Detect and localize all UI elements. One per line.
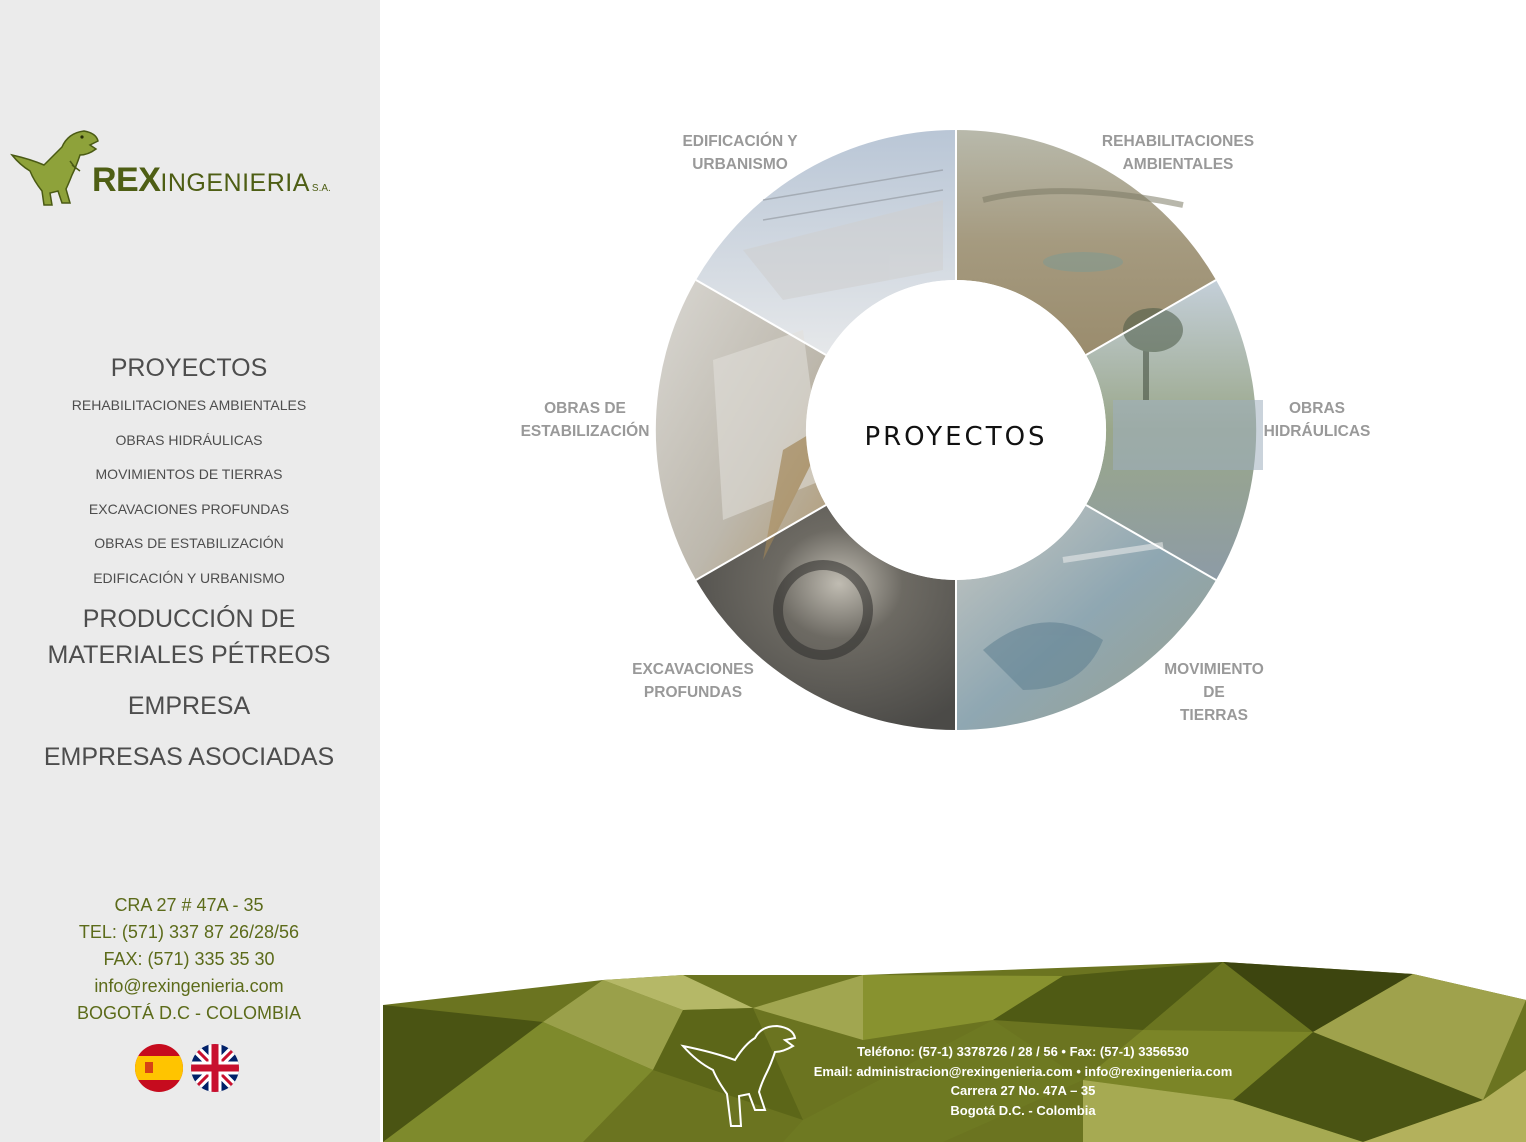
logo-rex-text: REX [92,161,161,199]
footer-email[interactable]: Email: administracion@rexingenieria.com … [783,1062,1263,1082]
projects-wheel [655,129,1263,731]
contact-address: CRA 27 # 47A - 35 [114,895,264,915]
logo-ingenieria-text: INGENIERIA [160,169,310,197]
label-edificacion[interactable]: EDIFICACIÓN Y URBANISMO [675,130,805,176]
footer-city: Bogotá D.C. - Colombia [950,1102,1096,1118]
label-estabilizacion-line1: OBRAS DE [544,400,626,417]
spanish-flag-graphic [135,1044,183,1092]
trex-logo-icon [10,130,99,206]
label-rehabilitaciones-line2: AMBIENTALES [1122,156,1234,173]
label-estabilizacion-line2: ESTABILIZACIÓN [520,423,650,440]
nav-materials-line1: PRODUCCIÓN DE [82,605,296,633]
contact-email[interactable]: info@rexingenieria.com [0,973,378,1000]
contact-city: BOGOTÁ D.C - COLOMBIA [76,1003,302,1023]
label-excavaciones-line2: PROFUNDAS [643,684,743,701]
label-hidraulicas[interactable]: OBRAS HIDRÁULICAS [1257,397,1377,443]
nav-sub-estabilizacion[interactable]: OBRAS DE ESTABILIZACIÓN [0,526,378,561]
footer-phone: Teléfono: (57-1) 3378726 / 28 / 56 • Fax… [857,1044,1189,1059]
contact-fax: FAX: (571) 335 35 30 [103,949,275,969]
nav-sub-edificacion[interactable]: EDIFICACIÓN Y URBANISMO [0,561,378,596]
label-hidraulicas-line1: OBRAS [1289,400,1345,417]
label-movimiento-line2: DE [1203,684,1225,701]
sidebar: REXINGENIERIA S.A. PROYECTOS REHABILITACI… [0,0,380,1142]
nav-sub-obras-hidraulicas[interactable]: OBRAS HIDRÁULICAS [0,423,378,458]
logo-wordmark: REXINGENIERIA S.A. [92,161,331,200]
nav-materials[interactable]: PRODUCCIÓN DE MATERIALES PÉTREOS [0,601,378,673]
company-logo[interactable]: REXINGENIERIA S.A. [10,125,370,210]
uk-flag-icon[interactable] [191,1044,239,1092]
label-estabilizacion[interactable]: OBRAS DE ESTABILIZACIÓN [515,397,655,443]
footer-contact: Teléfono: (57-1) 3378726 / 28 / 56 • Fax… [783,1042,1263,1120]
label-movimiento[interactable]: MOVIMIENTO DE TIERRAS [1149,658,1279,727]
label-excavaciones-line1: EXCAVACIONES [632,661,754,678]
main-content: PROYECTOS EDIFICACIÓN Y URBANISMO REHABI… [383,0,1526,1142]
label-edificacion-line2: URBANISMO [692,156,788,173]
spanish-flag-icon[interactable] [135,1044,183,1092]
contact-info: CRA 27 # 47A - 35 TEL: (571) 337 87 26/2… [0,892,378,1027]
nav-company[interactable]: EMPRESA [0,688,378,724]
footer-address: Carrera 27 No. 47A – 35 [950,1083,1096,1098]
label-rehabilitaciones[interactable]: REHABILITACIONES AMBIENTALES [1098,130,1258,176]
nav-sub-movimientos[interactable]: MOVIMIENTOS DE TIERRAS [0,457,378,492]
contact-tel: TEL: (571) 337 87 26/28/56 [78,922,300,942]
uk-flag-graphic [191,1044,239,1092]
nav-materials-line2: MATERIALES PÉTREOS [47,641,331,669]
label-movimiento-line3: TIERRAS [1179,707,1249,724]
label-edificacion-line1: EDIFICACIÓN Y [682,133,798,150]
nav-projects[interactable]: PROYECTOS [0,350,378,386]
label-hidraulicas-line2: HIDRÁULICAS [1263,423,1371,440]
nav-sub-rehabilitaciones[interactable]: REHABILITACIONES AMBIENTALES [0,388,378,423]
nav-associates[interactable]: EMPRESAS ASOCIADAS [0,739,378,775]
nav-sub-excavaciones[interactable]: EXCAVACIONES PROFUNDAS [0,492,378,527]
logo-sa-text: S.A. [311,183,331,194]
label-excavaciones[interactable]: EXCAVACIONES PROFUNDAS [623,658,763,704]
wheel-center-title: PROYECTOS [864,422,1048,452]
main-navigation: PROYECTOS REHABILITACIONES AMBIENTALES O… [0,350,378,775]
label-movimiento-line1: MOVIMIENTO [1164,661,1264,678]
label-rehabilitaciones-line1: REHABILITACIONES [1101,133,1255,150]
